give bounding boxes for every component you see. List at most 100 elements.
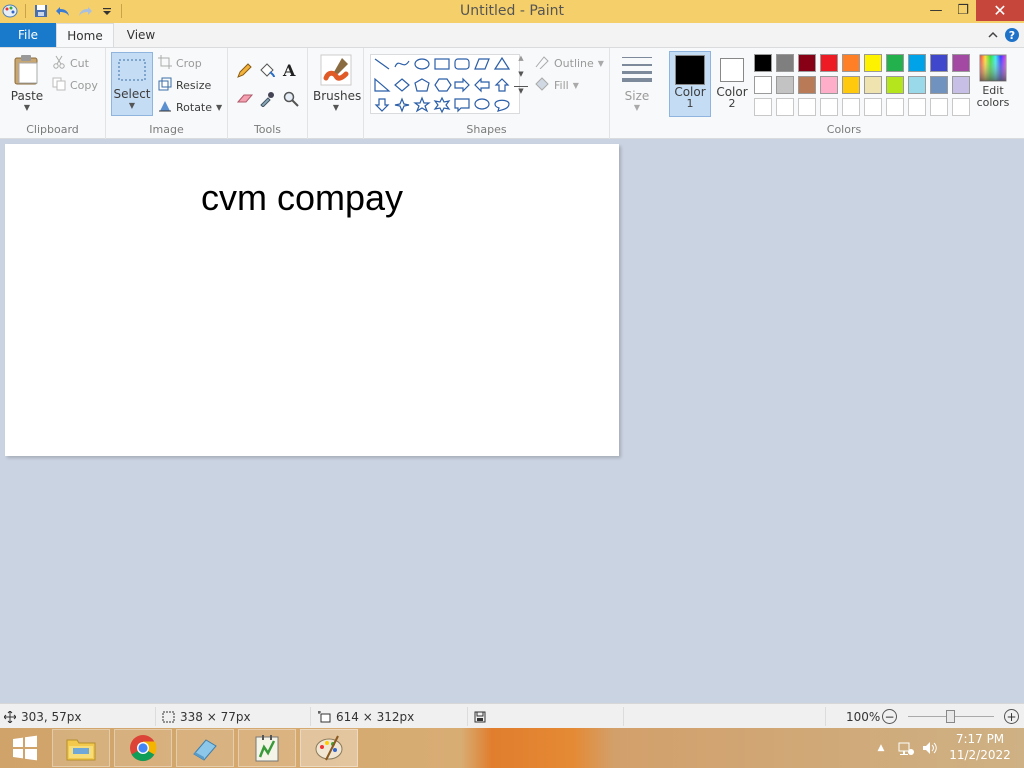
palette-swatch[interactable] — [776, 54, 794, 72]
palette-swatch[interactable] — [820, 54, 838, 72]
palette-swatch[interactable] — [952, 76, 970, 94]
color1-button[interactable]: Color 1 — [669, 51, 711, 117]
status-divider — [155, 707, 156, 726]
palette-swatch[interactable] — [908, 54, 926, 72]
palette-swatch[interactable] — [798, 98, 816, 116]
crop-label: Crop — [176, 56, 202, 70]
maximize-button[interactable]: ❐ — [950, 0, 976, 21]
rotate-button[interactable]: Rotate ▼ — [158, 98, 222, 116]
zoom-in-button[interactable]: + — [1004, 709, 1019, 724]
palette-swatch[interactable] — [820, 76, 838, 94]
taskbar-file-explorer[interactable] — [52, 729, 110, 767]
palette-swatch[interactable] — [930, 76, 948, 94]
clipboard-group-label: Clipboard — [26, 123, 79, 136]
palette-swatch[interactable] — [864, 98, 882, 116]
help-icon[interactable]: ? — [1003, 26, 1021, 44]
shapes-gallery-scroll[interactable]: ▲ ▼ ▼ — [514, 54, 528, 114]
edit-colors-button[interactable]: Edit colors — [975, 54, 1011, 109]
canvas-text: cvm compay — [201, 177, 404, 218]
tab-view[interactable]: View — [116, 23, 166, 47]
size-button[interactable]: Size ▼ — [616, 54, 658, 112]
taskbar-eraser-app[interactable] — [176, 729, 234, 767]
fill-dropdown-icon[interactable]: ▼ — [573, 81, 579, 90]
crop-button[interactable]: Crop — [158, 54, 202, 72]
palette-swatch[interactable] — [908, 98, 926, 116]
palette-swatch[interactable] — [842, 54, 860, 72]
status-bar: 303, 57px 338 × 77px 614 × 312px 100% − … — [0, 703, 1024, 728]
minimize-ribbon-icon[interactable] — [984, 26, 1002, 44]
palette-swatch[interactable] — [886, 76, 904, 94]
color-picker-tool[interactable] — [259, 90, 275, 108]
rotate-dropdown-icon[interactable]: ▼ — [216, 103, 222, 112]
shapes-gallery-icons[interactable] — [371, 55, 521, 115]
start-button[interactable] — [0, 728, 50, 768]
size-dropdown-icon[interactable]: ▼ — [616, 103, 658, 112]
colors-group: Color 1 Color 2 Edit colors Colors — [664, 48, 1024, 139]
palette-swatch[interactable] — [864, 54, 882, 72]
palette-swatch[interactable] — [754, 76, 772, 94]
select-label: Select — [113, 87, 151, 101]
fill-tool[interactable] — [258, 62, 276, 80]
volume-icon[interactable] — [920, 728, 940, 768]
tab-home[interactable]: Home — [56, 23, 114, 47]
palette-swatch[interactable] — [842, 76, 860, 94]
palette-swatch[interactable] — [754, 98, 772, 116]
crop-icon — [158, 54, 172, 72]
palette-swatch[interactable] — [798, 54, 816, 72]
palette-swatch[interactable] — [930, 54, 948, 72]
scroll-up-icon[interactable]: ▲ — [514, 54, 528, 62]
brushes-dropdown-icon[interactable]: ▼ — [313, 103, 359, 112]
zoom-slider-thumb[interactable] — [946, 710, 955, 723]
expand-gallery-icon[interactable]: ▼ — [514, 86, 528, 95]
eraser-tool[interactable] — [236, 90, 254, 108]
tab-file[interactable]: File — [0, 23, 56, 47]
fill-button[interactable]: Fill ▼ — [534, 76, 579, 94]
palette-swatch[interactable] — [864, 76, 882, 94]
outline-dropdown-icon[interactable]: ▼ — [598, 59, 604, 68]
outline-button[interactable]: Outline ▼ — [534, 54, 604, 72]
palette-swatch[interactable] — [952, 54, 970, 72]
palette-swatch[interactable] — [842, 98, 860, 116]
taskbar-chrome[interactable] — [114, 729, 172, 767]
paste-dropdown-icon[interactable]: ▼ — [8, 103, 46, 112]
palette-swatch[interactable] — [886, 98, 904, 116]
color2-button[interactable]: Color 2 — [712, 51, 752, 117]
image-size: 614 × 312px — [318, 704, 414, 729]
select-dropdown-icon[interactable]: ▼ — [112, 101, 152, 110]
palette-swatch[interactable] — [908, 76, 926, 94]
copy-button[interactable]: Copy — [52, 76, 98, 94]
magnifier-tool[interactable] — [283, 90, 299, 108]
cursor-position-value: 303, 57px — [21, 709, 82, 724]
close-button[interactable]: ✕ — [976, 0, 1024, 21]
palette-swatch[interactable] — [776, 76, 794, 94]
taskbar-notepad-plus[interactable] — [238, 729, 296, 767]
disk-icon — [474, 711, 486, 722]
palette-swatch[interactable] — [754, 54, 772, 72]
brushes-button[interactable]: Brushes ▼ — [313, 54, 361, 112]
palette-swatch[interactable] — [952, 98, 970, 116]
drawing-canvas[interactable]: cvm compay — [5, 144, 619, 456]
palette-swatch[interactable] — [776, 98, 794, 116]
minimize-button[interactable]: — — [922, 0, 950, 21]
network-icon[interactable] — [896, 728, 916, 768]
ribbon-tabs: File Home View ? — [0, 23, 1024, 47]
palette-swatch[interactable] — [930, 98, 948, 116]
scroll-down-icon[interactable]: ▼ — [514, 70, 528, 78]
taskbar-clock[interactable]: 7:17 PM 11/2/2022 — [944, 731, 1016, 763]
resize-button[interactable]: Resize — [158, 76, 211, 94]
palette-swatch[interactable] — [820, 98, 838, 116]
zoom-out-button[interactable]: − — [882, 709, 897, 724]
select-button[interactable]: Select ▼ — [111, 52, 153, 116]
canvas-workspace[interactable]: cvm compay — [0, 140, 1024, 703]
cut-button[interactable]: Cut — [52, 54, 89, 72]
clipboard-group: Paste ▼ Cut Copy Clipboard — [0, 48, 106, 139]
shapes-group: ▲ ▼ ▼ Outline ▼ Fill ▼ Shapes — [364, 48, 610, 139]
paste-button[interactable]: Paste ▼ — [8, 54, 46, 112]
palette-swatch[interactable] — [886, 54, 904, 72]
taskbar-paint[interactable] — [300, 729, 358, 767]
pencil-tool[interactable] — [236, 62, 252, 80]
show-hidden-icons-icon[interactable]: ▲ — [874, 728, 888, 768]
resize-label: Resize — [176, 78, 212, 92]
palette-swatch[interactable] — [798, 76, 816, 94]
text-tool[interactable]: A — [283, 61, 295, 80]
